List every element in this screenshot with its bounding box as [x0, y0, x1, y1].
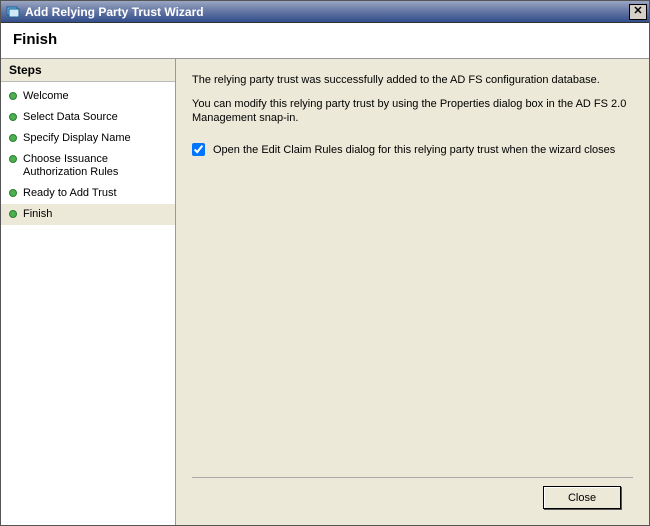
- wizard-header: Finish: [1, 23, 649, 59]
- open-claim-rules-label[interactable]: Open the Edit Claim Rules dialog for thi…: [213, 143, 615, 157]
- footer: Close: [192, 477, 633, 517]
- step-bullet-icon: [9, 134, 17, 142]
- step-bullet-icon: [9, 210, 17, 218]
- step-item[interactable]: Choose Issuance Authorization Rules: [1, 149, 175, 183]
- step-item[interactable]: Specify Display Name: [1, 128, 175, 149]
- wizard-window: Add Relying Party Trust Wizard ✕ Finish …: [0, 0, 650, 526]
- step-label: Ready to Add Trust: [23, 187, 169, 200]
- window-title: Add Relying Party Trust Wizard: [25, 5, 629, 19]
- step-bullet-icon: [9, 189, 17, 197]
- open-claim-rules-row: Open the Edit Claim Rules dialog for thi…: [192, 143, 633, 157]
- close-button[interactable]: Close: [543, 486, 621, 509]
- window-close-button[interactable]: ✕: [629, 4, 647, 20]
- step-bullet-icon: [9, 92, 17, 100]
- steps-list: Welcome Select Data Source Specify Display…: [1, 82, 175, 229]
- titlebar: Add Relying Party Trust Wizard ✕: [1, 1, 649, 23]
- wizard-body: Steps Welcome Select Data Source Specify D…: [1, 59, 649, 525]
- step-bullet-icon: [9, 113, 17, 121]
- step-label: Finish: [23, 208, 169, 221]
- step-label: Choose Issuance Authorization Rules: [23, 153, 169, 179]
- steps-header: Steps: [1, 59, 175, 82]
- step-label: Select Data Source: [23, 111, 169, 124]
- steps-sidebar: Steps Welcome Select Data Source Specify D…: [1, 59, 176, 525]
- step-item[interactable]: Finish: [1, 204, 175, 225]
- step-item[interactable]: Select Data Source: [1, 107, 175, 128]
- page-title: Finish: [13, 31, 637, 48]
- step-item[interactable]: Welcome: [1, 86, 175, 107]
- app-icon: [5, 4, 21, 20]
- step-label: Specify Display Name: [23, 132, 169, 145]
- status-text-2: You can modify this relying party trust …: [192, 97, 633, 125]
- step-item[interactable]: Ready to Add Trust: [1, 183, 175, 204]
- status-text-1: The relying party trust was successfully…: [192, 73, 633, 87]
- step-label: Welcome: [23, 90, 169, 103]
- content-panel: The relying party trust was successfully…: [176, 59, 649, 525]
- step-bullet-icon: [9, 155, 17, 163]
- open-claim-rules-checkbox[interactable]: [192, 143, 205, 156]
